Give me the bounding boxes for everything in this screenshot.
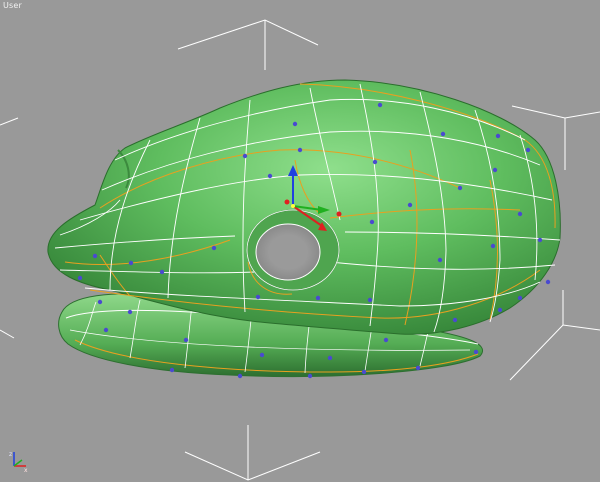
svg-text:z: z xyxy=(9,451,12,458)
viewport-canvas[interactable]: z x xyxy=(0,0,600,482)
svg-text:x: x xyxy=(24,467,28,474)
world-axis-icon: z x xyxy=(9,451,28,474)
perspective-viewport[interactable]: User z x xyxy=(0,0,600,482)
